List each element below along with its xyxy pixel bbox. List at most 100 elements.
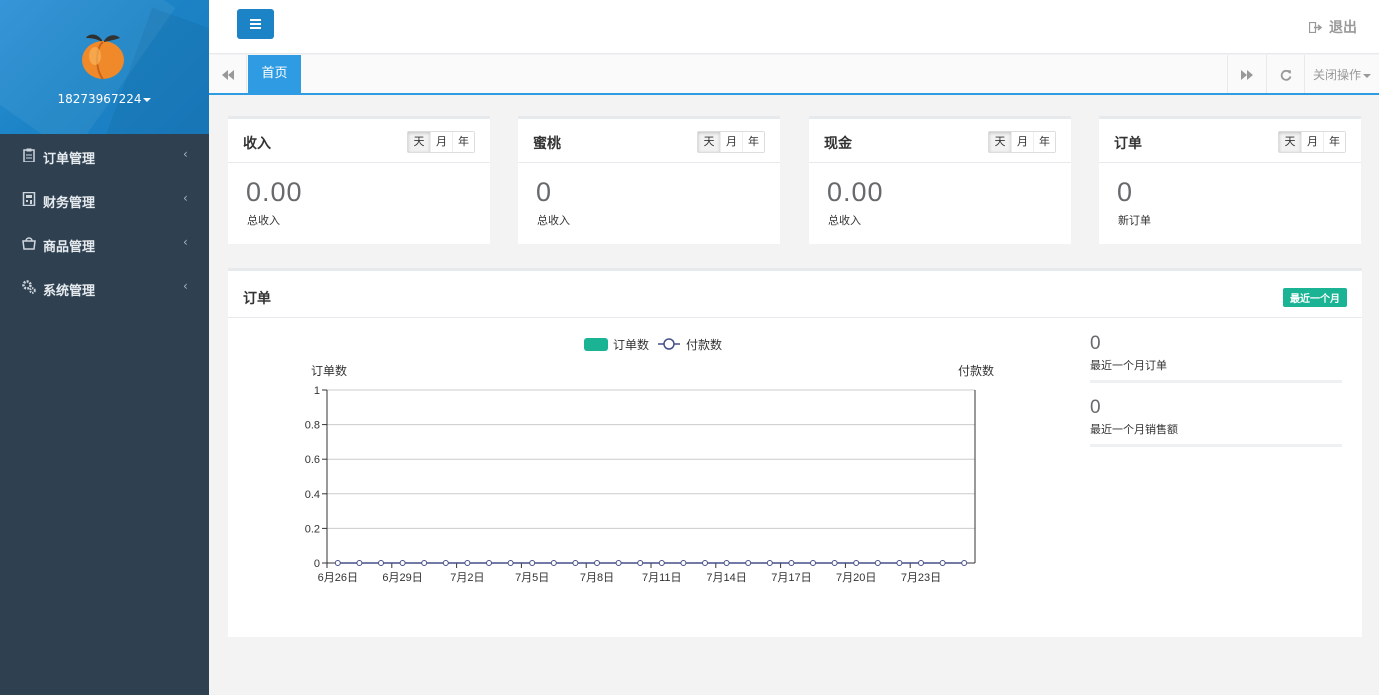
point-payments xyxy=(507,560,514,566)
y-tick-label: 0.6 xyxy=(305,454,320,466)
period-toggle: 天 月 年 xyxy=(988,131,1056,153)
stat-label: 总收入 xyxy=(537,214,570,227)
forward-icon xyxy=(1240,69,1253,80)
x-tick-label: 7月5日 xyxy=(515,572,549,584)
period-year-button[interactable]: 年 xyxy=(1323,132,1345,152)
clipboard-icon xyxy=(23,148,35,162)
point-payments xyxy=(615,560,622,566)
period-month-button[interactable]: 月 xyxy=(1011,132,1033,152)
point-payments xyxy=(853,560,860,566)
period-day-button[interactable]: 天 xyxy=(1279,132,1301,152)
legend-marker-payments xyxy=(663,338,675,350)
x-tick-label: 7月23日 xyxy=(901,572,941,584)
refresh-icon xyxy=(1280,69,1291,81)
logout-label: 退出 xyxy=(1329,20,1357,36)
card-title: 现金 xyxy=(824,136,852,152)
point-payments xyxy=(572,560,579,566)
point-payments xyxy=(486,560,492,566)
sidebar-item-label: 系统管理 xyxy=(43,284,96,299)
point-payments xyxy=(810,560,816,566)
stat-card-peach: 蜜桃 天 月 年 0 总收入 xyxy=(518,116,780,244)
sidebar-item-system[interactable]: 系统管理 ‹ xyxy=(0,266,209,310)
stat-label: 总收入 xyxy=(828,214,861,227)
y-tick-label: 0.4 xyxy=(305,489,320,501)
sidebar-profile: 18273967224 xyxy=(0,0,209,134)
point-payments xyxy=(723,560,730,566)
user-dropdown[interactable]: 18273967224 xyxy=(0,92,209,106)
stat-value: 0 xyxy=(1117,177,1134,207)
x-tick-label: 7月2日 xyxy=(450,572,484,584)
point-payments xyxy=(939,560,946,566)
y-tick-label: 0.8 xyxy=(305,420,320,432)
close-operations-dropdown[interactable]: 关闭操作 xyxy=(1304,55,1379,93)
side-stat-sales: 0 最近一个月销售额 xyxy=(1090,397,1342,447)
x-tick-label: 7月20日 xyxy=(836,572,876,584)
card-title: 订单 xyxy=(1114,136,1142,152)
stat-label: 总收入 xyxy=(247,214,280,227)
logout-link[interactable]: 退出 xyxy=(1309,17,1357,37)
stat-card-income: 收入 天 月 年 0.00 总收入 xyxy=(228,116,490,244)
stat-card-cash: 现金 天 月 年 0.00 总收入 xyxy=(809,116,1071,244)
chevron-left-icon: ‹ xyxy=(183,147,188,161)
x-tick-label: 7月14日 xyxy=(706,572,746,584)
period-month-button[interactable]: 月 xyxy=(1301,132,1323,152)
sidebar-item-orders[interactable]: 订单管理 ‹ xyxy=(0,134,209,178)
period-day-button[interactable]: 天 xyxy=(989,132,1011,152)
sidebar: 18273967224 订单管理 ‹ 财务管理 ‹ 商品管理 ‹ 系统管理 ‹ xyxy=(0,0,209,695)
stat-card-orders: 订单 天 月 年 0 新订单 xyxy=(1099,116,1361,244)
period-badge: 最近一个月 xyxy=(1283,288,1347,307)
stat-value: 0 xyxy=(536,177,553,207)
y-axis-title-right: 付款数 xyxy=(958,363,994,378)
point-payments xyxy=(680,560,687,566)
side-stat-label: 最近一个月订单 xyxy=(1090,359,1167,372)
peach-avatar-icon[interactable] xyxy=(80,30,126,80)
card-title: 收入 xyxy=(243,136,271,152)
refresh-tab-button[interactable] xyxy=(1266,55,1304,93)
point-payments xyxy=(334,560,341,566)
period-toggle: 天 月 年 xyxy=(1278,131,1346,153)
point-payments xyxy=(637,560,644,566)
point-payments xyxy=(378,560,384,566)
side-stat-value: 0 xyxy=(1090,397,1101,418)
username: 18273967224 xyxy=(57,92,142,106)
point-payments xyxy=(421,560,428,566)
y-axis-title-left: 订单数 xyxy=(311,363,347,378)
top-navbar: 退出 xyxy=(209,0,1379,54)
caret-down-icon xyxy=(1363,73,1371,78)
tab-home[interactable]: 首页 xyxy=(248,55,301,93)
point-payments xyxy=(961,560,968,566)
sidebar-item-products[interactable]: 商品管理 ‹ xyxy=(0,222,209,266)
period-year-button[interactable]: 年 xyxy=(452,132,474,152)
period-year-button[interactable]: 年 xyxy=(742,132,764,152)
point-payments xyxy=(594,560,600,566)
point-payments xyxy=(702,560,708,566)
point-payments xyxy=(788,560,795,566)
backward-icon xyxy=(221,69,234,80)
sidebar-item-finance[interactable]: 财务管理 ‹ xyxy=(0,178,209,222)
card-title: 蜜桃 xyxy=(533,136,561,152)
shopping-bag-icon xyxy=(22,237,36,250)
order-chart-panel: 订单 最近一个月 订单数 付款数 订单数 付款数 0 0.2 0.4 0.6 0.8 1 6月26日… xyxy=(228,268,1362,637)
tab-scroll-left-button[interactable] xyxy=(209,55,247,93)
x-tick-label: 7月17日 xyxy=(771,572,811,584)
close-operations-label: 关闭操作 xyxy=(1312,68,1361,82)
period-month-button[interactable]: 月 xyxy=(720,132,742,152)
y-tick-label: 1 xyxy=(314,385,320,397)
x-tick-label: 6月26日 xyxy=(318,572,358,584)
point-payments xyxy=(874,560,881,566)
chevron-left-icon: ‹ xyxy=(183,235,188,249)
menu-toggle-button[interactable] xyxy=(237,9,274,39)
sign-out-icon xyxy=(1309,22,1323,33)
period-year-button[interactable]: 年 xyxy=(1033,132,1055,152)
period-day-button[interactable]: 天 xyxy=(408,132,430,152)
legend-swatch-orders xyxy=(584,338,608,351)
stat-value: 0.00 xyxy=(827,177,884,207)
point-payments xyxy=(766,560,773,566)
tab-bar: 首页 关闭操作 xyxy=(209,55,1379,95)
period-day-button[interactable]: 天 xyxy=(698,132,720,152)
sidebar-item-label: 财务管理 xyxy=(43,196,96,211)
period-month-button[interactable]: 月 xyxy=(430,132,452,152)
point-payments xyxy=(658,560,665,566)
gears-icon xyxy=(22,280,36,294)
tab-scroll-right-button[interactable] xyxy=(1227,55,1265,93)
